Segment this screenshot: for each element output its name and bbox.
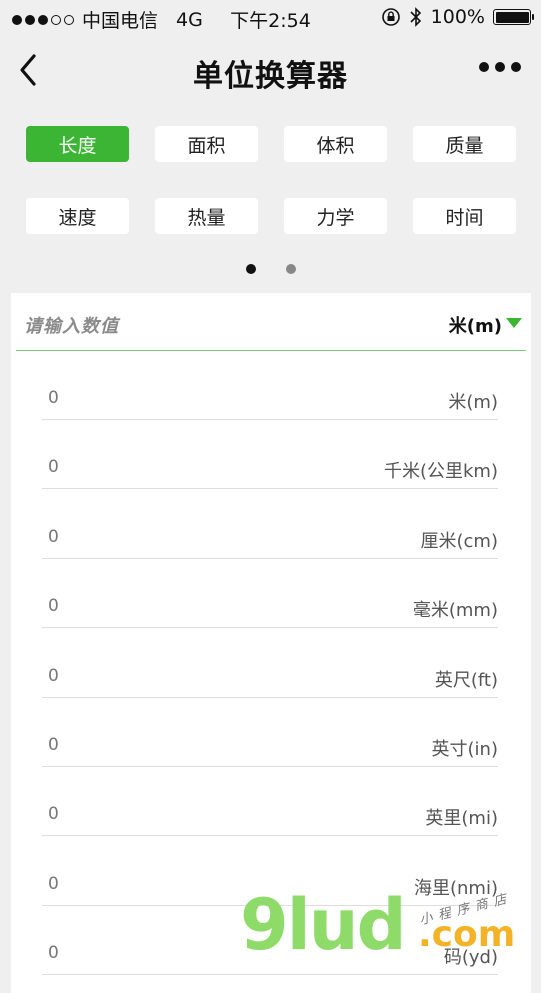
result-unit: 米(m) (448, 392, 498, 413)
unit-selector[interactable]: 米(m) (449, 312, 522, 338)
result-value: 0 (48, 943, 59, 964)
page-dot-active[interactable] (245, 264, 256, 274)
result-row: 0 海里(nmi) (42, 868, 498, 906)
result-unit: 海里(nmi) (414, 877, 498, 899)
page-title: 单位换算器 (193, 59, 348, 94)
result-row: 0 英寸(in) (42, 729, 498, 767)
value-input[interactable]: 请输入数值 (24, 312, 119, 338)
result-value: 0 (48, 596, 59, 617)
page-indicator (0, 264, 541, 274)
category-mass-button[interactable]: 质量 (413, 126, 516, 162)
dropdown-triangle-icon (506, 318, 522, 328)
result-unit: 码(yd) (443, 947, 498, 969)
result-row: 0 厘米(cm) (42, 521, 498, 559)
nav-bar: 单位换算器 (0, 36, 541, 106)
more-options-icon[interactable] (479, 62, 521, 72)
category-row: 速度 热量 力学 时间 (26, 198, 516, 234)
category-area-button[interactable]: 面积 (155, 126, 258, 162)
battery-icon (493, 9, 534, 25)
category-row: 长度 面积 体积 质量 (26, 126, 516, 162)
category-time-button[interactable]: 时间 (413, 198, 516, 234)
category-mechanics-button[interactable]: 力学 (284, 198, 387, 234)
result-unit: 毫米(mm) (412, 600, 498, 622)
category-length-button[interactable]: 长度 (26, 126, 129, 162)
bluetooth-icon (410, 7, 421, 27)
category-speed-button[interactable]: 速度 (26, 198, 129, 234)
status-right: 100% (381, 6, 534, 28)
category-grid: 长度 面积 体积 质量 速度 热量 力学 时间 (26, 126, 516, 234)
result-row: 0 米(m) (42, 382, 498, 420)
result-unit: 千米(公里km) (383, 461, 498, 483)
rotation-lock-icon (381, 8, 400, 26)
result-value: 0 (48, 526, 59, 547)
result-row: 0 英里(mi) (42, 798, 498, 837)
page-dot[interactable] (285, 264, 296, 274)
conversion-panel: 请输入数值 米(m) 0 米(m) 0 千米(公里km) 0 厘米(cm) 0 … (11, 293, 531, 993)
battery-percent: 100% (430, 6, 485, 28)
unit-selector-label: 米(m) (448, 316, 502, 337)
category-heat-button[interactable]: 热量 (155, 198, 258, 234)
result-list: 0 米(m) 0 千米(公里km) 0 厘米(cm) 0 毫米(mm) 0 英尺… (42, 382, 498, 976)
result-unit: 英寸(in) (431, 738, 498, 760)
result-value: 0 (48, 665, 59, 686)
result-value: 0 (48, 873, 59, 894)
result-row: 0 千米(公里km) (42, 451, 498, 490)
result-unit: 英里(mi) (425, 808, 498, 830)
result-unit: 英尺(ft) (434, 669, 498, 691)
result-value: 0 (48, 804, 59, 825)
result-row: 0 毫米(mm) (42, 590, 498, 629)
result-unit: 厘米(cm) (420, 530, 498, 552)
result-value: 0 (48, 457, 59, 478)
result-value: 0 (48, 734, 59, 755)
value-input-row: 请输入数值 米(m) (16, 293, 526, 351)
result-row: 0 英尺(ft) (42, 660, 498, 698)
status-bar: 中国电信 4G 下午2:54 100% (0, 0, 541, 36)
result-row: 0 码(yd) (42, 937, 498, 976)
result-value: 0 (48, 388, 59, 408)
category-volume-button[interactable]: 体积 (284, 126, 387, 162)
